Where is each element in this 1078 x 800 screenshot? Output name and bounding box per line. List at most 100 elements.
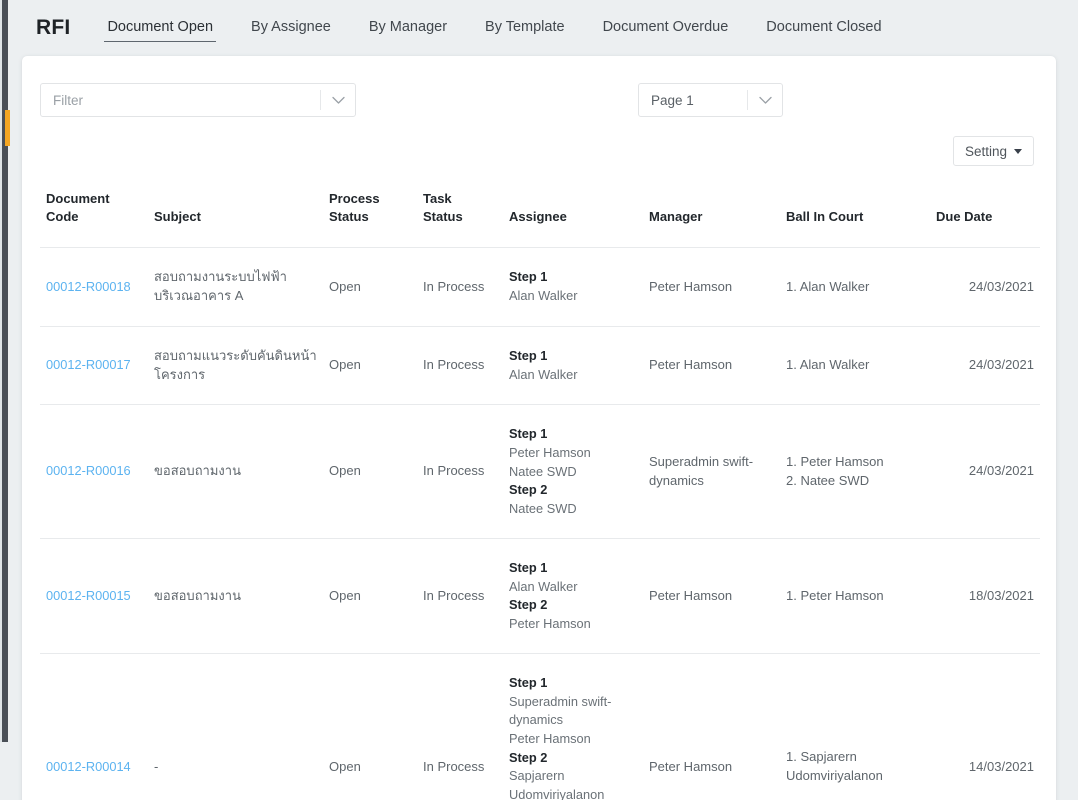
setting-button[interactable]: Setting bbox=[953, 136, 1034, 166]
cell-document-code: 00012-R00016 bbox=[40, 405, 148, 539]
assignee-step-person: Natee SWD bbox=[509, 463, 637, 482]
ball-in-court-entry: 2. Natee SWD bbox=[786, 472, 924, 491]
table-row[interactable]: 00012-R00018 สอบถามงานระบบไฟฟ้าบริเวณอาคา… bbox=[40, 248, 1040, 327]
column-header-line1: Process bbox=[329, 191, 380, 206]
column-header-assignee[interactable]: Assignee bbox=[503, 180, 643, 248]
assignee-step-label: Step 1 bbox=[509, 347, 637, 366]
left-rail bbox=[2, 0, 8, 742]
page-select-value: Page 1 bbox=[639, 93, 747, 108]
document-code-link[interactable]: 00012-R00018 bbox=[46, 279, 131, 294]
cell-manager: Superadmin swift-dynamics bbox=[643, 405, 780, 539]
cell-subject: - bbox=[148, 654, 323, 800]
chevron-down-icon bbox=[748, 96, 782, 105]
column-header-ball-in-court[interactable]: Ball In Court bbox=[780, 180, 930, 248]
left-rail-active-indicator bbox=[5, 110, 10, 146]
cell-task-status: In Process bbox=[417, 539, 503, 654]
assignee-step-person: Superadmin swift-dynamics bbox=[509, 693, 637, 730]
ball-in-court-entry: 1. Peter Hamson bbox=[786, 587, 924, 606]
page-select[interactable]: Page 1 bbox=[638, 83, 783, 117]
assignee-step-person: Natee SWD bbox=[509, 500, 637, 519]
cell-process-status: Open bbox=[323, 654, 417, 800]
app-brand-title: RFI bbox=[36, 16, 70, 40]
cell-process-status: Open bbox=[323, 405, 417, 539]
cell-document-code: 00012-R00015 bbox=[40, 539, 148, 654]
assignee-step-label: Step 1 bbox=[509, 425, 637, 444]
table-row[interactable]: 00012-R00016ขอสอบถามงานOpenIn ProcessSte… bbox=[40, 405, 1040, 539]
cell-task-status: In Process bbox=[417, 654, 503, 800]
column-header-due-date[interactable]: Due Date bbox=[930, 180, 1040, 248]
table-header: Document Code Subject Process Status Tas… bbox=[40, 180, 1040, 248]
cell-manager: Peter Hamson bbox=[643, 539, 780, 654]
assignee-step-label: Step 2 bbox=[509, 749, 637, 768]
assignee-step-person: Peter Hamson bbox=[509, 615, 637, 634]
cell-process-status: Open bbox=[323, 326, 417, 405]
assignee-step-label: Step 2 bbox=[509, 481, 637, 500]
column-header-process-status[interactable]: Process Status bbox=[323, 180, 417, 248]
cell-due-date: 24/03/2021 bbox=[930, 405, 1040, 539]
ball-in-court-entry: 1. Alan Walker bbox=[786, 278, 924, 297]
cell-assignee: Step 1Alan Walker bbox=[503, 326, 643, 405]
assignee-step-label: Step 2 bbox=[509, 596, 637, 615]
cell-subject: สอบถามงานระบบไฟฟ้าบริเวณอาคาร A bbox=[148, 248, 323, 327]
cell-document-code: 00012-R00014 bbox=[40, 654, 148, 800]
table-body: 00012-R00018 สอบถามงานระบบไฟฟ้าบริเวณอาคา… bbox=[40, 248, 1040, 800]
cell-assignee: Step 1Peter HamsonNatee SWDStep 2Natee S… bbox=[503, 405, 643, 539]
documents-table-container: Document Code Subject Process Status Tas… bbox=[22, 180, 1056, 800]
tab-document-open[interactable]: Document Open bbox=[104, 15, 216, 42]
cell-document-code: 00012-R00017 bbox=[40, 326, 148, 405]
table-header-row: Document Code Subject Process Status Tas… bbox=[40, 180, 1040, 248]
filter-select[interactable]: Filter bbox=[40, 83, 356, 117]
assignee-step-person: Alan Walker bbox=[509, 287, 637, 306]
cell-ball-in-court: 1. Alan Walker bbox=[780, 248, 930, 327]
cell-assignee: Step 1Alan Walker bbox=[503, 248, 643, 327]
column-header-line1: Task bbox=[423, 191, 452, 206]
column-header-subject[interactable]: Subject bbox=[148, 180, 323, 248]
cell-assignee: Step 1Alan WalkerStep 2Peter Hamson bbox=[503, 539, 643, 654]
documents-table: Document Code Subject Process Status Tas… bbox=[40, 180, 1040, 800]
content-card: Filter Page 1 Setting bbox=[22, 56, 1056, 800]
ball-in-court-entry: 1. Peter Hamson bbox=[786, 453, 924, 472]
cell-task-status: In Process bbox=[417, 405, 503, 539]
document-code-link[interactable]: 00012-R00016 bbox=[46, 463, 131, 478]
app-header: RFI Document Open By Assignee By Manager… bbox=[8, 0, 1078, 56]
cell-manager: Peter Hamson bbox=[643, 654, 780, 800]
cell-ball-in-court: 1. Alan Walker bbox=[780, 326, 930, 405]
assignee-step-label: Step 1 bbox=[509, 674, 637, 693]
cell-ball-in-court: 1. Peter Hamson2. Natee SWD bbox=[780, 405, 930, 539]
ball-in-court-entry: 1. Sapjarern Udomviriyalanon bbox=[786, 748, 924, 786]
ball-in-court-entry: 1. Alan Walker bbox=[786, 356, 924, 375]
tab-document-overdue[interactable]: Document Overdue bbox=[600, 15, 732, 42]
document-code-link[interactable]: 00012-R00015 bbox=[46, 588, 131, 603]
cell-due-date: 24/03/2021 bbox=[930, 248, 1040, 327]
tab-by-template[interactable]: By Template bbox=[482, 15, 568, 42]
cell-ball-in-court: 1. Peter Hamson bbox=[780, 539, 930, 654]
caret-down-icon bbox=[1014, 149, 1022, 154]
cell-manager: Peter Hamson bbox=[643, 326, 780, 405]
cell-subject: ขอสอบถามงาน bbox=[148, 405, 323, 539]
cell-subject: สอบถามแนวระดับคันดินหน้าโครงการ bbox=[148, 326, 323, 405]
cell-subject: ขอสอบถามงาน bbox=[148, 539, 323, 654]
table-row[interactable]: 00012-R00014-OpenIn ProcessStep 1Superad… bbox=[40, 654, 1040, 800]
document-code-link[interactable]: 00012-R00014 bbox=[46, 759, 131, 774]
chevron-down-icon bbox=[321, 96, 355, 105]
table-row[interactable]: 00012-R00015ขอสอบถามงานOpenIn ProcessSte… bbox=[40, 539, 1040, 654]
controls-row: Filter Page 1 Setting bbox=[22, 56, 1056, 144]
assignee-step-person: Alan Walker bbox=[509, 578, 637, 597]
column-header-line2: Status bbox=[423, 209, 463, 224]
column-header-line2: Code bbox=[46, 209, 79, 224]
table-row[interactable]: 00012-R00017 สอบถามแนวระดับคันดินหน้าโครง… bbox=[40, 326, 1040, 405]
cell-due-date: 24/03/2021 bbox=[930, 326, 1040, 405]
column-header-task-status[interactable]: Task Status bbox=[417, 180, 503, 248]
column-header-line1: Document bbox=[46, 191, 110, 206]
column-header-line2: Status bbox=[329, 209, 369, 224]
assignee-step-person: Peter Hamson bbox=[509, 444, 637, 463]
tab-by-assignee[interactable]: By Assignee bbox=[248, 15, 334, 42]
assignee-step-person: Peter Hamson bbox=[509, 730, 637, 749]
column-header-manager[interactable]: Manager bbox=[643, 180, 780, 248]
cell-assignee: Step 1Superadmin swift-dynamicsPeter Ham… bbox=[503, 654, 643, 800]
cell-process-status: Open bbox=[323, 248, 417, 327]
tab-document-closed[interactable]: Document Closed bbox=[763, 15, 884, 42]
tab-by-manager[interactable]: By Manager bbox=[366, 15, 450, 42]
document-code-link[interactable]: 00012-R00017 bbox=[46, 357, 131, 372]
column-header-document-code[interactable]: Document Code bbox=[40, 180, 148, 248]
